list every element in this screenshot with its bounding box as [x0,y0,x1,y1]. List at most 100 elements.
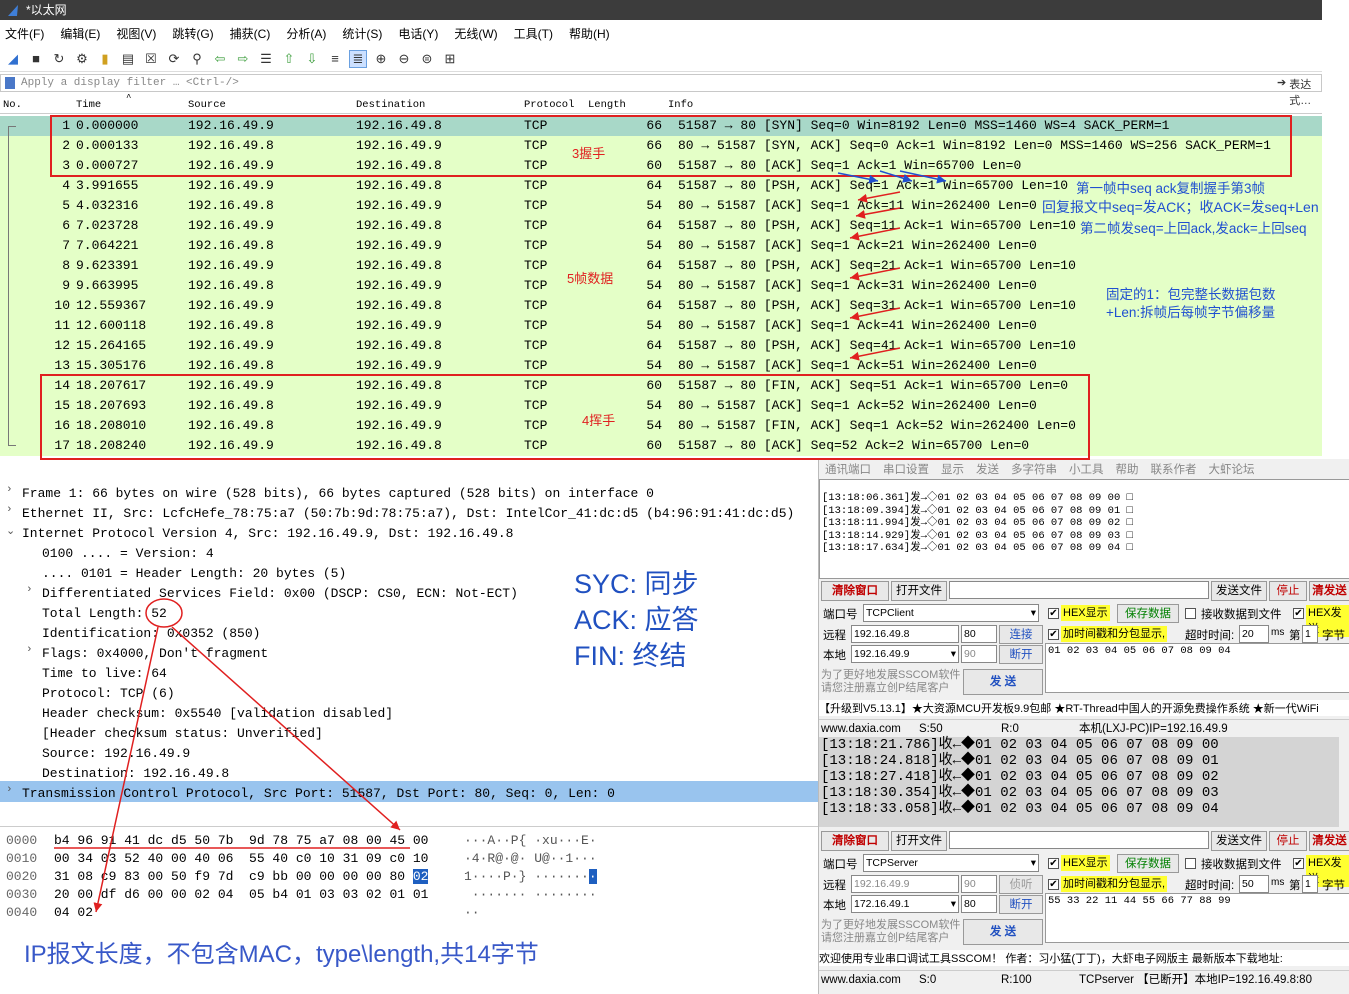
hex-ascii-line[interactable]: 1····P·} ········ [464,868,597,886]
sscom-menu-send[interactable]: 发送 [976,461,999,477]
col-destination[interactable]: Destination [356,99,425,111]
col-source[interactable]: Source [188,99,226,111]
first-packet-icon[interactable]: ⇧ [280,50,298,68]
col-length[interactable]: Length [588,99,626,111]
hex-ascii-line[interactable]: ·4·R@·@· U@··1··· [464,850,597,868]
detail-row[interactable]: Ethernet II, Src: LcfcHefe_78:75:a7 (50:… [22,504,794,524]
server-remote-port[interactable]: 90 [961,875,997,893]
menu-telephony[interactable]: 电话(Y) [398,25,438,42]
client-send-button[interactable]: 发 送 [963,669,1043,695]
detail-row[interactable]: Source: 192.16.49.9 [42,744,190,764]
sscom-menu-contact[interactable]: 联系作者 [1151,461,1197,477]
sscom-menu-forum[interactable]: 大虾论坛 [1209,461,1255,477]
client-connect-button[interactable]: 连接 [999,625,1043,644]
detail-row[interactable]: [Header checksum status: Unverified] [42,724,323,744]
menu-tools[interactable]: 工具(T) [514,25,553,42]
restart-capture-icon[interactable]: ↻ [50,50,68,68]
hex-bytes-line[interactable]: 20 00 df d6 00 00 02 04 05 b4 01 03 03 0… [54,886,428,904]
client-hex-show-checkbox[interactable]: ✔ [1048,608,1059,619]
col-info[interactable]: Info [668,99,693,111]
find-packet-icon[interactable]: ⚲ [188,50,206,68]
server-listen-button[interactable]: 侦听 [999,875,1043,894]
detail-row[interactable]: Identification: 0x0352 (850) [42,624,260,644]
colorize-icon[interactable]: ≣ [349,49,367,68]
hex-ascii[interactable]: ······· ········ [464,887,597,902]
menu-view[interactable]: 视图(V) [116,25,156,42]
packet-row[interactable]: 7 7.064221 192.16.49.8 192.16.49.9 TCP 54 80 →… [0,236,1322,256]
client-save-data-button[interactable]: 保存数据 [1117,604,1179,623]
hex-ascii[interactable]: 1····P·} ······· [464,869,589,884]
server-recv-file-checkbox[interactable] [1185,858,1196,869]
packet-row[interactable]: 8 9.623391 192.16.49.9 192.16.49.8 TCP 64 5158… [0,256,1322,276]
client-timestamp-checkbox[interactable]: ✔ [1048,629,1059,640]
client-remote-port[interactable]: 80 [961,625,997,643]
menu-wireless[interactable]: 无线(W) [454,25,497,42]
open-file-icon[interactable]: ▮ [96,50,114,68]
detail-row[interactable]: Internet Protocol Version 4, Src: 192.16… [22,524,513,544]
save-file-icon[interactable]: ▤ [119,50,137,68]
hex-bytes[interactable]: b4 96 91 41 dc d5 50 7b 9d 78 75 a7 08 0… [54,833,428,848]
last-packet-icon[interactable]: ⇩ [303,50,321,68]
server-local-port[interactable]: 80 [961,895,997,913]
zoom-in-icon[interactable]: ⊕ [372,50,390,68]
detail-row[interactable]: Transmission Control Protocol, Src Port:… [22,784,615,804]
col-protocol[interactable]: Protocol [524,99,574,111]
server-mode-select[interactable]: TCPServer ▾ [863,854,1039,872]
client-nth-input[interactable]: 1 [1302,625,1318,643]
client-timeout-input[interactable]: 20 [1239,625,1269,643]
hex-bytes-line[interactable]: 00 34 03 52 40 00 40 06 55 40 c0 10 31 0… [54,850,428,868]
hex-bytes[interactable]: 31 08 c9 83 00 50 f9 7d c9 bb 00 00 00 0… [54,869,405,884]
menu-statistics[interactable]: 统计(S) [342,25,382,42]
hex-bytes[interactable]: 00 34 03 52 40 00 40 06 55 40 c0 10 31 0… [54,851,428,866]
server-status-site[interactable]: www.daxia.com [821,971,901,989]
client-receive-area[interactable]: [13:18:06.361]发→◇01 02 03 04 05 06 07 08… [819,479,1349,579]
stop-capture-icon[interactable]: ■ [27,50,45,68]
detail-row[interactable]: Protocol: TCP (6) [42,684,175,704]
menu-help[interactable]: 帮助(H) [569,25,610,42]
hex-ascii[interactable]: ·4·R@·@· U@··1··· [464,851,597,866]
packet-row[interactable]: 13 15.305176 192.16.49.8 192.16.49.9 TCP 54 80… [0,356,1322,376]
server-hex-show-checkbox[interactable]: ✔ [1048,858,1059,869]
menu-go[interactable]: 跳转(G) [172,25,213,42]
menu-edit[interactable]: 编辑(E) [60,25,100,42]
expand-toggle-icon[interactable]: › [6,784,13,796]
server-stop-button[interactable]: 停止 [1269,831,1307,851]
server-disconnect-button[interactable]: 断开 [999,895,1043,914]
server-file-path[interactable] [949,831,1209,849]
hex-ascii[interactable]: ···A··P{ ·xu···E· [464,833,597,848]
detail-row[interactable]: Flags: 0x4000, Don't fragment [42,644,268,664]
server-timeout-input[interactable]: 50 [1239,875,1269,893]
server-clear-send-button[interactable]: 清发送 [1309,831,1349,851]
resize-columns-icon[interactable]: ⊞ [441,50,459,68]
server-local-ip[interactable]: 172.16.49.1 ▾ [851,895,959,913]
autoscroll-icon[interactable]: ≡ [326,50,344,68]
sscom-menu-multistring[interactable]: 多字符串 [1011,461,1057,477]
menu-analyze[interactable]: 分析(A) [286,25,326,42]
hex-ascii-line[interactable]: ···A··P{ ·xu···E· [464,832,597,850]
server-receive-area[interactable]: [13:18:21.786]收←◆01 02 03 04 05 06 07 08… [819,737,1339,827]
client-local-port[interactable]: 90 [961,645,997,663]
packet-row[interactable]: 12 15.264165 192.16.49.9 192.16.49.8 TCP 64 51… [0,336,1322,356]
sscom-menu-tools[interactable]: 小工具 [1069,461,1104,477]
client-disconnect-button[interactable]: 断开 [999,645,1043,664]
server-open-file-button[interactable]: 打开文件 [891,831,947,851]
server-remote-ip[interactable]: 192.16.49.9 [851,875,959,893]
menu-capture[interactable]: 捕获(C) [230,25,271,42]
detail-row[interactable]: Differentiated Services Field: 0x00 (DSC… [42,584,518,604]
col-time[interactable]: Time [76,99,101,111]
go-forward-icon[interactable]: ⇨ [234,50,252,68]
display-filter-input[interactable]: Apply a display filter … <Ctrl-/> [21,77,239,89]
col-no[interactable]: No. [3,99,22,111]
client-stop-button[interactable]: 停止 [1269,581,1307,601]
detail-row[interactable]: 0100 .... = Version: 4 [42,544,214,564]
expand-toggle-icon[interactable]: › [26,584,33,596]
server-clear-button[interactable]: 清除窗口 [821,831,889,851]
client-hex-send-checkbox[interactable]: ✔ [1293,608,1304,619]
server-save-data-button[interactable]: 保存数据 [1117,854,1179,873]
capture-options-icon[interactable]: ⚙ [73,50,91,68]
filter-expression-button[interactable]: ➔ 表达式… [1277,76,1317,107]
detail-row[interactable]: Destination: 192.16.49.8 [42,764,229,784]
expand-toggle-icon[interactable]: ⌄ [6,524,15,538]
detail-row[interactable]: Frame 1: 66 bytes on wire (528 bits), 66… [22,484,654,504]
hex-ascii[interactable]: ·· [464,905,480,920]
